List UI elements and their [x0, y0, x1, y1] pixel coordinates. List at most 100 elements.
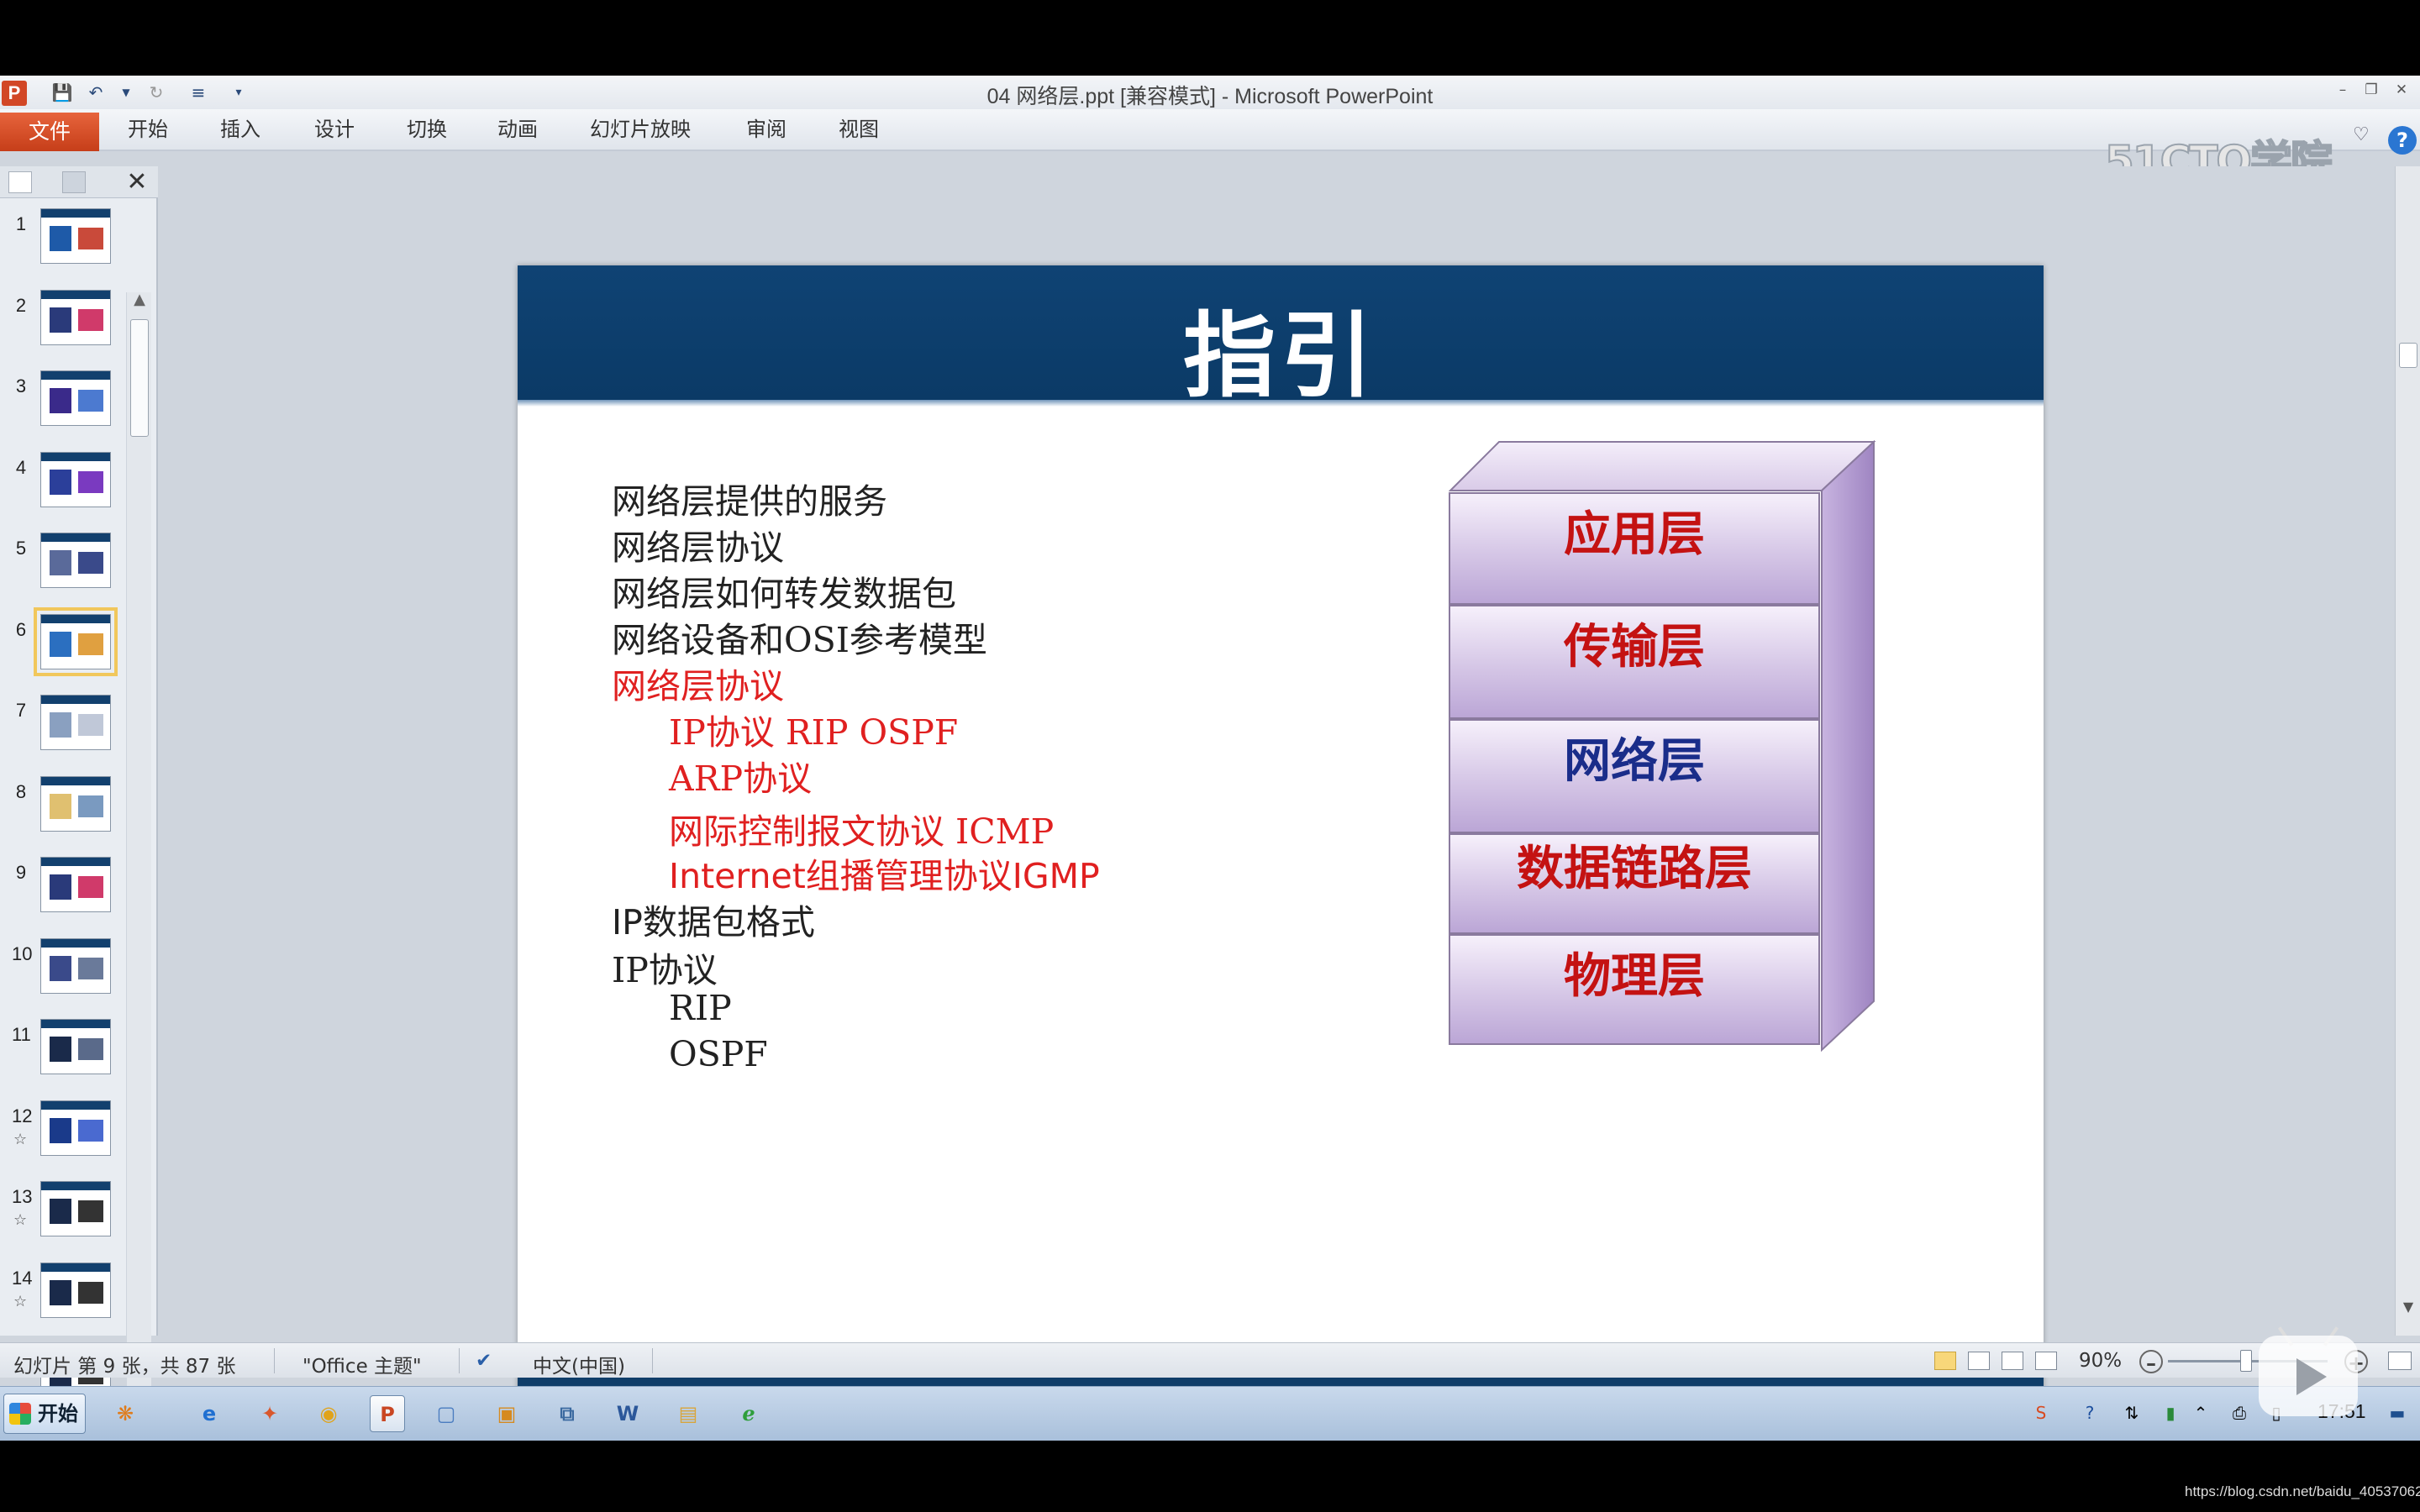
slide-thumbnail[interactable]: [40, 1262, 111, 1318]
zoom-level[interactable]: 90%: [2079, 1350, 2122, 1372]
tray-icon[interactable]: ⇅: [2118, 1399, 2146, 1427]
video-play-button[interactable]: [2259, 1336, 2358, 1416]
slide-sorter-icon[interactable]: [1968, 1352, 1990, 1370]
osi-layer[interactable]: 数据链路层: [1449, 833, 1820, 934]
ie-browser-icon[interactable]: e: [192, 1395, 227, 1432]
tab-transitions[interactable]: 切换: [407, 113, 447, 151]
tab-view[interactable]: 视图: [839, 113, 879, 151]
osi-layer[interactable]: 网络层: [1449, 719, 1820, 833]
slide-thumbnail[interactable]: [40, 775, 111, 832]
outline-line[interactable]: 网络设备和OSI参考模型: [612, 612, 987, 662]
slide-number: 1: [15, 213, 27, 234]
animation-star-icon: ☆: [13, 1292, 28, 1310]
close-window-icon[interactable]: ✕: [2391, 80, 2412, 100]
language[interactable]: 中文(中国): [533, 1350, 625, 1378]
slide-number: 9: [15, 862, 27, 883]
slide-thumbnail[interactable]: [40, 370, 111, 426]
start-button[interactable]: 开始: [3, 1394, 86, 1434]
slide-thumbnail[interactable]: [40, 1181, 111, 1236]
spellcheck-icon[interactable]: ✔: [476, 1350, 492, 1372]
slide-thumbnail[interactable]: [40, 937, 111, 994]
tab-review[interactable]: 审阅: [746, 113, 786, 151]
slide-thumbnail[interactable]: [40, 451, 111, 507]
outline-subline[interactable]: OSPF: [669, 1034, 768, 1074]
normal-view-icon[interactable]: [1934, 1352, 1956, 1370]
slideshow-view-icon[interactable]: [2035, 1352, 2057, 1370]
slide-thumbnail[interactable]: [40, 695, 111, 750]
osi-layer[interactable]: 应用层: [1449, 492, 1820, 605]
help-tray-icon[interactable]: ?: [2075, 1399, 2104, 1427]
tab-slideshow[interactable]: 幻灯片放映: [590, 113, 691, 151]
battery-icon[interactable]: ▮: [2156, 1399, 2185, 1427]
word-icon[interactable]: W: [610, 1395, 645, 1432]
outline-subline[interactable]: 网际控制报文协议 ICMP: [669, 803, 1054, 853]
window-icon[interactable]: ▢: [429, 1395, 464, 1432]
app-launcher-icon[interactable]: ❋: [108, 1395, 143, 1432]
media-icon[interactable]: ▣: [489, 1395, 524, 1432]
slide-number: 13: [12, 1186, 33, 1207]
osi-layer[interactable]: 物理层: [1449, 934, 1820, 1045]
outline-tab-icon[interactable]: [62, 171, 86, 193]
tab-file[interactable]: 文件: [0, 113, 99, 151]
restore-icon[interactable]: ❐: [2361, 80, 2381, 100]
slide[interactable]: 指引 网络层提供的服务 网络层协议 网络层如何转发数据包 网络设备和OSI参考模…: [518, 265, 2044, 1411]
scroll-down-icon[interactable]: ▼: [2396, 1299, 2420, 1315]
slide-thumbnail[interactable]: [40, 533, 111, 588]
slide-thumbnail[interactable]: [40, 1019, 111, 1074]
outline-subline[interactable]: Internet组播管理协议IGMP: [669, 848, 1100, 898]
slide-thumbnail[interactable]: [34, 606, 118, 676]
show-desktop-icon[interactable]: ▬: [2383, 1399, 2412, 1427]
slide-thumbnail[interactable]: [40, 289, 111, 345]
outline-line[interactable]: 网络层协议: [612, 658, 784, 708]
powerpoint-taskbar-icon[interactable]: P: [370, 1395, 405, 1432]
tray-expand-icon[interactable]: ⌃: [2186, 1399, 2215, 1427]
tab-design[interactable]: 设计: [314, 113, 355, 151]
tool-icon[interactable]: ✦: [252, 1395, 287, 1432]
slide-thumbnail[interactable]: [40, 857, 111, 912]
status-separator: [652, 1348, 653, 1373]
tab-insert[interactable]: 插入: [220, 113, 260, 151]
folder-icon[interactable]: ▤: [671, 1395, 706, 1432]
outline-line[interactable]: 网络层提供的服务: [612, 473, 887, 523]
slide-title[interactable]: 指引: [518, 281, 2044, 415]
outline-line[interactable]: 网络层如何转发数据包: [612, 565, 956, 616]
help-icon[interactable]: ?: [2388, 126, 2417, 155]
browser-icon[interactable]: ℯ: [731, 1395, 766, 1432]
close-panel-icon[interactable]: ✕: [123, 168, 151, 197]
printer-icon[interactable]: ⎙: [2225, 1399, 2254, 1427]
outline-subline[interactable]: RIP: [669, 988, 732, 1028]
outline-subline[interactable]: IP协议 RIP OSPF: [669, 704, 958, 754]
chrome-icon[interactable]: ◉: [311, 1395, 346, 1432]
osi-layer-stack[interactable]: 应用层 传输层 网络层 数据链路层 物理层: [1449, 440, 1877, 1053]
status-separator: [274, 1348, 275, 1373]
tab-animations[interactable]: 动画: [497, 113, 538, 151]
play-icon: [2296, 1358, 2327, 1395]
outline-subline[interactable]: ARP协议: [669, 750, 812, 801]
zoom-slider-thumb[interactable]: [2240, 1350, 2252, 1372]
network-icon[interactable]: ⧉: [550, 1395, 585, 1432]
reading-view-icon[interactable]: [2002, 1352, 2023, 1370]
minimize-icon[interactable]: –: [2333, 80, 2353, 100]
slide-number: 5: [15, 538, 27, 559]
editor-scrollbar[interactable]: ▼: [2395, 166, 2420, 1336]
sogou-input-icon[interactable]: S: [2027, 1399, 2055, 1427]
outline-line[interactable]: IP协议: [612, 942, 718, 992]
osi-layer[interactable]: 传输层: [1449, 605, 1820, 719]
scroll-up-icon[interactable]: ▲: [127, 291, 152, 308]
slide-thumbnail[interactable]: [40, 208, 111, 264]
slide-number: 12: [12, 1105, 33, 1126]
slide-thumbnail[interactable]: [40, 1100, 111, 1156]
outline-line[interactable]: IP数据包格式: [612, 894, 815, 944]
editor-scroll-thumb[interactable]: [2399, 343, 2417, 368]
outline-line[interactable]: 网络层协议: [612, 519, 784, 570]
panel-scroll-thumb[interactable]: [130, 319, 149, 437]
ribbon-minimize-icon[interactable]: ♡: [2353, 124, 2370, 145]
slide-number: 6: [15, 618, 27, 640]
theme-name[interactable]: "Office 主题": [302, 1350, 422, 1378]
tab-home[interactable]: 开始: [128, 113, 168, 151]
slides-tab-icon[interactable]: [8, 171, 32, 193]
fit-to-window-icon[interactable]: [2388, 1352, 2412, 1370]
slide-count[interactable]: 幻灯片 第 9 张，共 87 张: [13, 1350, 235, 1378]
zoom-out-icon[interactable]: –: [2139, 1350, 2163, 1375]
panel-scrollbar[interactable]: ▲ ▼: [126, 291, 152, 1426]
